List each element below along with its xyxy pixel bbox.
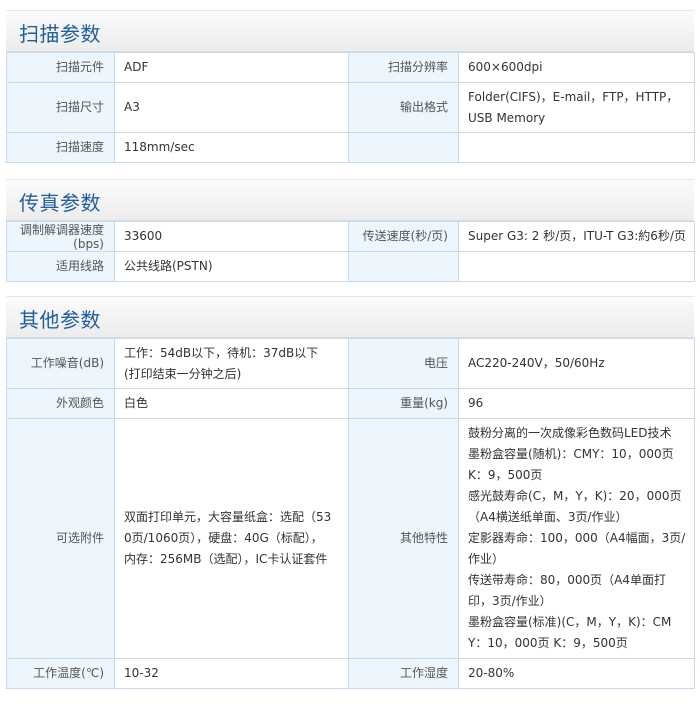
other-section-header: 其他参数 xyxy=(6,296,694,338)
fax-modem-label-text: 调制解调器速度 (bps) xyxy=(19,222,104,251)
table-row: 工作温度(℃) 10-32 工作湿度 20-80% xyxy=(6,658,695,689)
weight-value: 96 xyxy=(458,388,695,419)
humidity-value: 20-80% xyxy=(458,658,695,689)
scan-element-value: ADF xyxy=(114,52,349,83)
scan-section-header: 扫描参数 xyxy=(6,10,694,52)
fax-transfer-value: Super G3: 2 秒/页，ITU-T G3:約6秒/页 xyxy=(458,221,695,252)
features-label: 其他特性 xyxy=(348,418,459,659)
temperature-label: 工作温度(℃) xyxy=(6,658,115,689)
noise-value: 工作：54dB以下，待机：37dB以下 (打印结束一分钟之后) xyxy=(114,338,349,389)
scan-element-label: 扫描元件 xyxy=(6,52,115,83)
voltage-label: 电压 xyxy=(348,338,459,389)
table-row: 扫描元件 ADF 扫描分辨率 600×600dpi xyxy=(6,52,695,83)
scan-size-label: 扫描尺寸 xyxy=(6,82,115,133)
scan-section-title: 扫描参数 xyxy=(19,22,101,46)
fax-section-header: 传真参数 xyxy=(6,179,694,221)
humidity-label: 工作湿度 xyxy=(348,658,459,689)
scan-resolution-label: 扫描分辨率 xyxy=(348,52,459,83)
scan-speed-value: 118mm/sec xyxy=(114,132,349,163)
scan-spec-table: 扫描元件 ADF 扫描分辨率 600×600dpi 扫描尺寸 A3 输出格式 F… xyxy=(6,52,695,163)
scan-section: 扫描参数 扫描元件 ADF 扫描分辨率 600×600dpi 扫描尺寸 A3 输… xyxy=(6,10,695,163)
fax-line-label: 适用线路 xyxy=(6,251,115,282)
noise-label: 工作噪音(dB) xyxy=(6,338,115,389)
empty-cell xyxy=(458,251,695,282)
other-section-title: 其他参数 xyxy=(19,308,101,332)
scan-size-value: A3 xyxy=(114,82,349,133)
empty-cell xyxy=(348,251,459,282)
voltage-value: AC220-240V，50/60Hz xyxy=(458,338,695,389)
temperature-value: 10-32 xyxy=(114,658,349,689)
color-label: 外观颜色 xyxy=(6,388,115,419)
other-section: 其他参数 工作噪音(dB) 工作：54dB以下，待机：37dB以下 (打印结束一… xyxy=(6,296,695,689)
table-row: 工作噪音(dB) 工作：54dB以下，待机：37dB以下 (打印结束一分钟之后)… xyxy=(6,338,695,389)
features-value: 鼓粉分离的一次成像彩色数码LED技术 墨粉盒容量(随机)：CMY：10，000页… xyxy=(458,418,695,659)
color-value: 白色 xyxy=(114,388,349,419)
fax-section-title: 传真参数 xyxy=(19,191,101,215)
fax-modem-label: 调制解调器速度 (bps) xyxy=(6,221,115,252)
table-row: 扫描速度 118mm/sec xyxy=(6,132,695,163)
weight-label: 重量(kg) xyxy=(348,388,459,419)
table-row: 调制解调器速度 (bps) 33600 传送速度(秒/页) Super G3: … xyxy=(6,221,695,252)
table-row: 可选附件 双面打印单元，大容量纸盒：选配（53 0页/1060页），硬盘：40G… xyxy=(6,418,695,659)
scan-resolution-value: 600×600dpi xyxy=(458,52,695,83)
fax-modem-value: 33600 xyxy=(114,221,349,252)
table-row: 外观颜色 白色 重量(kg) 96 xyxy=(6,388,695,419)
fax-section: 传真参数 调制解调器速度 (bps) 33600 传送速度(秒/页) Super… xyxy=(6,179,695,282)
table-row: 适用线路 公共线路(PSTN) xyxy=(6,251,695,282)
empty-cell xyxy=(348,132,459,163)
scan-speed-label: 扫描速度 xyxy=(6,132,115,163)
options-label: 可选附件 xyxy=(6,418,115,659)
other-spec-table: 工作噪音(dB) 工作：54dB以下，待机：37dB以下 (打印结束一分钟之后)… xyxy=(6,338,695,689)
fax-spec-table: 调制解调器速度 (bps) 33600 传送速度(秒/页) Super G3: … xyxy=(6,221,695,282)
scan-format-label: 输出格式 xyxy=(348,82,459,133)
options-value: 双面打印单元，大容量纸盒：选配（53 0页/1060页），硬盘：40G（标配），… xyxy=(114,418,349,659)
fax-line-value: 公共线路(PSTN) xyxy=(114,251,349,282)
table-row: 扫描尺寸 A3 输出格式 Folder(CIFS)，E-mail，FTP，HTT… xyxy=(6,82,695,133)
fax-transfer-label: 传送速度(秒/页) xyxy=(348,221,459,252)
scan-format-value: Folder(CIFS)，E-mail，FTP，HTTP， USB Memory xyxy=(458,82,695,133)
empty-cell xyxy=(458,132,695,163)
